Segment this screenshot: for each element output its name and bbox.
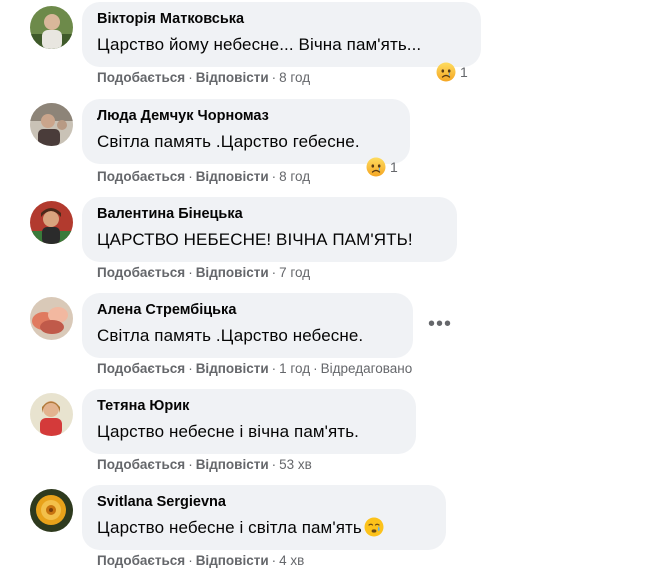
avatar[interactable] [30, 297, 73, 340]
comment-item: Валентина Бінецька ЦАРСТВО НЕБЕСНЕ! ВІЧН… [0, 195, 665, 291]
comment-timestamp[interactable]: 4 хв [279, 553, 304, 568]
reaction-count: 1 [390, 159, 398, 175]
comment-timestamp[interactable]: 8 год [279, 169, 310, 184]
avatar[interactable] [30, 393, 73, 436]
reply-button[interactable]: Відповісти [196, 361, 269, 376]
avatar[interactable] [30, 201, 73, 244]
comment-item: Алена Стрембіцька Світла память .Царство… [0, 291, 665, 387]
comment-author[interactable]: Svitlana Sergievna [97, 493, 432, 511]
avatar[interactable] [30, 6, 73, 49]
comment-actions: Подобається · Відповісти · 4 хв [97, 553, 305, 568]
comment-bubble: Вікторія Матковська Царство йому небесне… [82, 2, 481, 67]
comment-actions: Подобається · Відповісти · 53 хв [97, 457, 312, 472]
comment-timestamp[interactable]: 1 год [279, 361, 310, 376]
avatar[interactable] [30, 103, 73, 146]
comment-text: ЦАРСТВО НЕБЕСНЕ! ВІЧНА ПАМ'ЯТЬ! [97, 230, 413, 249]
more-options-icon[interactable]: ••• [428, 313, 452, 336]
comment-bubble: Тетяна Юрик Царство небесне і вічна пам'… [82, 389, 416, 454]
comment-bubble: Люда Демчук Чорномаз Світла память .Царс… [82, 99, 410, 164]
reaction-summary[interactable]: 1 [436, 62, 468, 82]
comment-actions: Подобається · Відповісти · 8 год [97, 169, 311, 184]
comment-text: Царство небесне і світла пам'ять [97, 516, 432, 540]
comment-text: Царство небесне і вічна пам'ять. [97, 422, 359, 441]
reply-button[interactable]: Відповісти [196, 457, 269, 472]
like-button[interactable]: Подобається [97, 169, 185, 184]
comment-item: Тетяна Юрик Царство небесне і вічна пам'… [0, 387, 665, 483]
comment-timestamp[interactable]: 53 хв [279, 457, 312, 472]
reply-button[interactable]: Відповісти [196, 265, 269, 280]
sad-emoji-icon [366, 157, 386, 177]
like-button[interactable]: Подобається [97, 265, 185, 280]
like-button[interactable]: Подобається [97, 553, 185, 568]
comment-timestamp[interactable]: 8 год [279, 70, 310, 85]
comment-item: Люда Демчук Чорномаз Світла память .Царс… [0, 97, 665, 193]
comment-bubble: Svitlana Sergievna Царство небесне і сві… [82, 485, 446, 550]
like-button[interactable]: Подобається [97, 70, 185, 85]
comment-item: Svitlana Sergievna Царство небесне і сві… [0, 483, 665, 579]
comment-author[interactable]: Алена Стрембіцька [97, 301, 399, 319]
reaction-summary[interactable]: 1 [366, 157, 398, 177]
comment-text: Світла память .Царство гебесне. [97, 132, 360, 151]
comment-text: Світла память .Царство небесне. [97, 326, 364, 345]
avatar[interactable] [30, 489, 73, 532]
like-button[interactable]: Подобається [97, 457, 185, 472]
sad-emoji-icon [436, 62, 456, 82]
comment-author[interactable]: Люда Демчук Чорномаз [97, 107, 396, 125]
comment-actions: Подобається · Відповісти · 1 год · Відредагова… [97, 361, 413, 376]
like-button[interactable]: Подобається [97, 361, 185, 376]
comment-actions: Подобається · Відповісти · 8 год [97, 70, 311, 85]
comment-item: Вікторія Матковська Царство йому небесне… [0, 0, 665, 96]
reply-button[interactable]: Відповісти [196, 70, 269, 85]
reaction-count: 1 [460, 64, 468, 80]
comment-author[interactable]: Валентина Бінецька [97, 205, 443, 223]
reply-button[interactable]: Відповісти [196, 169, 269, 184]
comment-author[interactable]: Тетяна Юрик [97, 397, 402, 415]
comments-feed: Вікторія Матковська Царство йому небесне… [0, 0, 665, 571]
comment-bubble: Алена Стрембіцька Світла память .Царство… [82, 293, 413, 358]
edited-label[interactable]: Відредаговано [321, 361, 413, 376]
reply-button[interactable]: Відповісти [196, 553, 269, 568]
comment-author[interactable]: Вікторія Матковська [97, 10, 467, 28]
comment-bubble: Валентина Бінецька ЦАРСТВО НЕБЕСНЕ! ВІЧН… [82, 197, 457, 262]
comment-timestamp[interactable]: 7 год [279, 265, 310, 280]
crying-emoji-icon [364, 517, 384, 537]
comment-actions: Подобається · Відповісти · 7 год [97, 265, 311, 280]
comment-text: Царство йому небесне... Вічна пам'ять... [97, 35, 422, 54]
